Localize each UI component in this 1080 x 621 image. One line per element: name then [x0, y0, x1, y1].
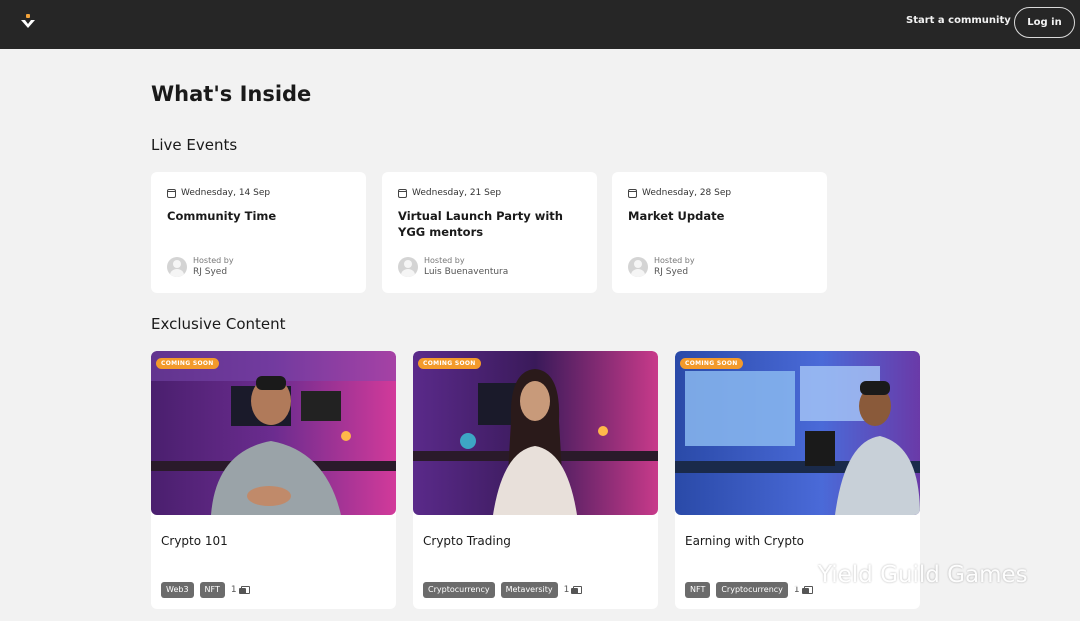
coming-soon-badge: COMING SOON — [418, 358, 481, 369]
tag[interactable]: Metaversity — [500, 582, 558, 598]
event-date-text: Wednesday, 21 Sep — [412, 188, 502, 198]
hosted-by-label: Hosted by — [654, 256, 695, 265]
avatar — [398, 257, 418, 277]
event-host: Hosted by Luis Buenaventura — [398, 256, 508, 278]
event-date: Wednesday, 14 Sep — [167, 188, 270, 198]
coming-soon-badge: COMING SOON — [156, 358, 219, 369]
content-title: Crypto 101 — [161, 534, 228, 548]
calendar-icon — [167, 188, 176, 198]
watermark-text: Yield Guild Games — [818, 562, 1028, 588]
calendar-icon — [628, 188, 637, 198]
host-name: RJ Syed — [654, 267, 689, 277]
content-card[interactable]: COMING SOON Crypto Trading Cryptocurrenc… — [413, 351, 658, 609]
tag[interactable]: Web3 — [161, 582, 194, 598]
stack-icon — [238, 586, 250, 594]
exclusive-content-heading: Exclusive Content — [151, 315, 286, 333]
lesson-count-value: 1 — [563, 585, 570, 595]
page-title: What's Inside — [151, 82, 312, 106]
event-title: Market Update — [628, 209, 725, 223]
lesson-count: 1 — [563, 585, 583, 595]
avatar — [628, 257, 648, 277]
video-thumbnail[interactable]: COMING SOON — [675, 351, 920, 515]
content-card[interactable]: COMING SOON Crypto 101 Web3 NFT 1 — [151, 351, 396, 609]
event-card[interactable]: Wednesday, 21 Sep Virtual Launch Party w… — [382, 172, 597, 293]
tag-list: Web3 NFT 1 — [161, 582, 250, 598]
top-navigation-bar: Start a community Log in — [0, 0, 1080, 49]
live-events-heading: Live Events — [151, 136, 238, 154]
coming-soon-badge: COMING SOON — [680, 358, 743, 369]
event-date-text: Wednesday, 28 Sep — [642, 188, 732, 198]
video-thumbnail[interactable]: COMING SOON — [151, 351, 396, 515]
lesson-count: 1 — [230, 585, 250, 595]
content-title: Earning with Crypto — [685, 534, 804, 548]
start-community-link[interactable]: Start a community — [906, 15, 1011, 26]
watermark: Yield Guild Games — [772, 560, 1028, 590]
tag-list: Cryptocurrency Metaversity 1 — [423, 582, 583, 598]
video-thumbnail[interactable]: COMING SOON — [413, 351, 658, 515]
avatar — [167, 257, 187, 277]
tag[interactable]: NFT — [199, 582, 225, 598]
event-card[interactable]: Wednesday, 28 Sep Market Update Hosted b… — [612, 172, 827, 293]
tag[interactable]: Cryptocurrency — [423, 582, 495, 598]
hosted-by-label: Hosted by — [193, 256, 234, 265]
event-date: Wednesday, 21 Sep — [398, 188, 501, 198]
event-title: Community Time — [167, 209, 277, 223]
login-button[interactable]: Log in — [1014, 7, 1075, 38]
tag[interactable]: NFT — [685, 582, 711, 598]
brand-logo-icon[interactable] — [20, 14, 36, 32]
event-date-text: Wednesday, 14 Sep — [181, 188, 271, 198]
wechat-icon — [773, 562, 809, 587]
hosted-by-label: Hosted by — [424, 256, 465, 265]
event-title: Virtual Launch Party with YGG mentors — [398, 209, 563, 239]
stack-icon — [571, 586, 583, 594]
event-card[interactable]: Wednesday, 14 Sep Community Time Hosted … — [151, 172, 366, 293]
host-name: Luis Buenaventura — [424, 267, 509, 277]
host-name: RJ Syed — [193, 267, 228, 277]
event-date: Wednesday, 28 Sep — [628, 188, 731, 198]
content-title: Crypto Trading — [423, 534, 511, 548]
event-host: Hosted by RJ Syed — [167, 256, 234, 278]
event-host: Hosted by RJ Syed — [628, 256, 695, 278]
lesson-count-value: 1 — [230, 585, 237, 595]
calendar-icon — [398, 188, 407, 198]
